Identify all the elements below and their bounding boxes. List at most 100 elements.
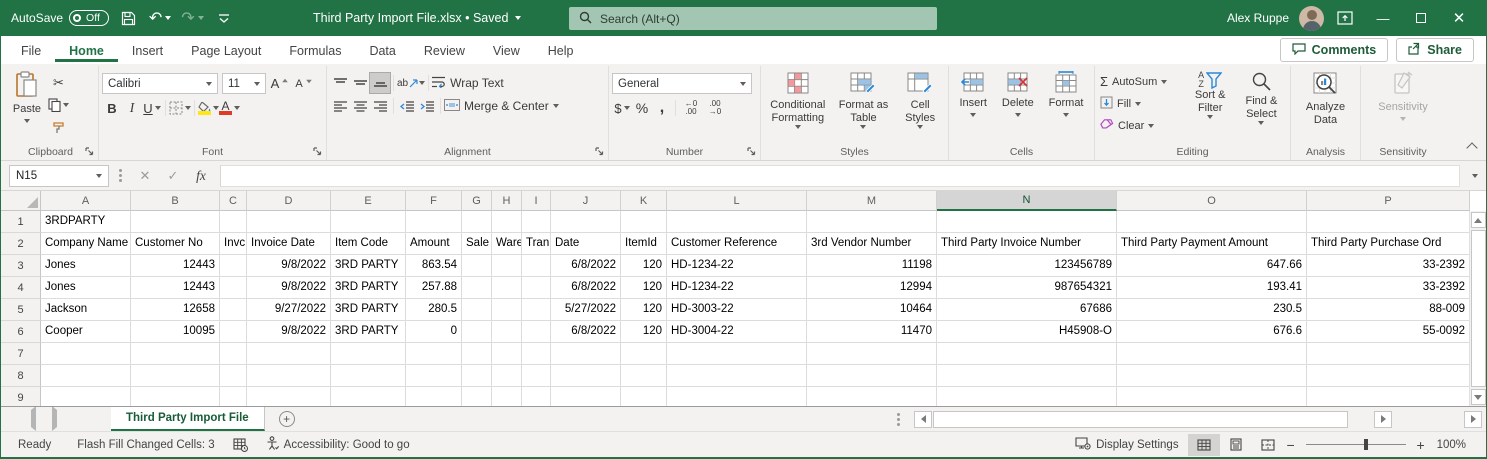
tab-split-grip[interactable] xyxy=(897,417,900,421)
insert-cells-button[interactable]: Insert xyxy=(957,68,989,117)
bold-button[interactable]: B xyxy=(102,98,122,118)
clear-button[interactable]: Clear xyxy=(1098,115,1185,136)
formula-input[interactable] xyxy=(220,164,1460,187)
cell-D8[interactable] xyxy=(247,365,331,387)
select-all-corner[interactable] xyxy=(1,191,41,211)
clear-dropdown-icon[interactable] xyxy=(1148,123,1155,128)
cell-K4[interactable]: 120 xyxy=(621,277,667,299)
cell-D4[interactable]: 9/8/2022 xyxy=(247,277,331,299)
row-header-3[interactable]: 3 xyxy=(1,255,41,277)
zoom-out-button[interactable]: − xyxy=(1284,437,1298,453)
scroll-right-end-icon[interactable] xyxy=(1464,410,1482,428)
column-header-A[interactable]: A xyxy=(41,191,131,211)
conditional-formatting-button[interactable]: Conditional Formatting xyxy=(766,68,830,129)
cut-button[interactable]: ✂ xyxy=(48,73,69,93)
delete-cells-button[interactable]: Delete xyxy=(1000,68,1036,117)
cell-A5[interactable]: Jackson xyxy=(41,299,131,321)
cell-I3[interactable] xyxy=(522,255,551,277)
cell-C7[interactable] xyxy=(220,343,247,365)
close-button[interactable]: ✕ xyxy=(1442,3,1476,33)
cell-A9[interactable] xyxy=(41,387,131,406)
ribbon-tab-formulas[interactable]: Formulas xyxy=(275,39,355,62)
cell-D5[interactable]: 9/27/2022 xyxy=(247,299,331,321)
row-header-5[interactable]: 5 xyxy=(1,299,41,321)
maximize-button[interactable] xyxy=(1404,3,1438,33)
font-dialog-launcher-icon[interactable] xyxy=(313,147,322,159)
row-header-1[interactable]: 1 xyxy=(1,211,41,233)
redo-dropdown-icon[interactable] xyxy=(197,16,204,20)
align-left-button[interactable] xyxy=(330,96,350,116)
page-layout-view-button[interactable] xyxy=(1220,434,1252,456)
cell-M9[interactable] xyxy=(807,387,937,406)
cell-L3[interactable]: HD-1234-22 xyxy=(667,255,807,277)
merge-center-dropdown-icon[interactable] xyxy=(552,104,559,108)
cell-G5[interactable] xyxy=(462,299,492,321)
cell-P8[interactable] xyxy=(1307,365,1470,387)
top-align-button[interactable] xyxy=(330,73,350,93)
cell-G8[interactable] xyxy=(462,365,492,387)
cell-J2[interactable]: Date xyxy=(551,233,621,255)
cell-N8[interactable] xyxy=(937,365,1117,387)
cell-M2[interactable]: 3rd Vendor Number xyxy=(807,233,937,255)
cell-P3[interactable]: 33-2392 xyxy=(1307,255,1470,277)
cell-D2[interactable]: Invoice Date xyxy=(247,233,331,255)
percent-style-button[interactable]: % xyxy=(632,98,652,118)
cell-J3[interactable]: 6/8/2022 xyxy=(551,255,621,277)
cell-P9[interactable] xyxy=(1307,387,1470,406)
paste-button[interactable]: Paste xyxy=(6,68,48,123)
cell-B6[interactable]: 10095 xyxy=(131,321,220,343)
minimize-button[interactable]: — xyxy=(1366,3,1400,33)
cell-M3[interactable]: 11198 xyxy=(807,255,937,277)
format-painter-button[interactable] xyxy=(48,117,69,137)
italic-button[interactable]: I xyxy=(122,98,142,118)
cell-E9[interactable] xyxy=(331,387,406,406)
column-header-L[interactable]: L xyxy=(667,191,807,211)
cell-L1[interactable] xyxy=(667,211,807,233)
ribbon-tab-help[interactable]: Help xyxy=(534,39,588,62)
wrap-text-button[interactable]: Wrap Text xyxy=(432,73,504,93)
cell-H2[interactable]: Ware xyxy=(492,233,522,255)
cell-I5[interactable] xyxy=(522,299,551,321)
analyze-data-button[interactable]: Analyze Data xyxy=(1298,68,1354,127)
cell-E4[interactable]: 3RD PARTY xyxy=(331,277,406,299)
cell-A2[interactable]: Company Name xyxy=(41,233,131,255)
cell-K3[interactable]: 120 xyxy=(621,255,667,277)
enter-button[interactable]: ✓ xyxy=(160,165,186,187)
vertical-scroll-thumb[interactable] xyxy=(1470,230,1486,387)
orientation-dropdown-icon[interactable] xyxy=(419,81,426,85)
cell-styles-button[interactable]: Cell Styles xyxy=(897,68,943,129)
cell-K2[interactable]: ItemId xyxy=(621,233,667,255)
cancel-button[interactable]: ✕ xyxy=(132,165,158,187)
row-header-8[interactable]: 8 xyxy=(1,365,41,387)
cell-C6[interactable] xyxy=(220,321,247,343)
share-button[interactable]: Share xyxy=(1396,38,1474,62)
name-box-dropdown-icon[interactable] xyxy=(96,173,102,178)
cell-I2[interactable]: Tran xyxy=(522,233,551,255)
search-box[interactable]: Search (Alt+Q) xyxy=(569,7,937,30)
comments-button[interactable]: Comments xyxy=(1279,38,1389,62)
cell-J4[interactable]: 6/8/2022 xyxy=(551,277,621,299)
column-header-I[interactable]: I xyxy=(522,191,551,211)
increase-decimal-button[interactable]: ←0.00 xyxy=(679,98,703,118)
cell-L7[interactable] xyxy=(667,343,807,365)
zoom-in-button[interactable]: + xyxy=(1414,437,1428,453)
cell-E2[interactable]: Item Code xyxy=(331,233,406,255)
cell-N9[interactable] xyxy=(937,387,1117,406)
zoom-slider-handle[interactable] xyxy=(1363,439,1368,450)
cell-N4[interactable]: 987654321 xyxy=(937,277,1117,299)
cell-E7[interactable] xyxy=(331,343,406,365)
cell-H9[interactable] xyxy=(492,387,522,406)
cell-A1[interactable]: 3RDPARTY xyxy=(41,211,131,233)
middle-align-button[interactable] xyxy=(350,73,370,93)
alignment-dialog-launcher-icon[interactable] xyxy=(595,147,604,159)
cell-H6[interactable] xyxy=(492,321,522,343)
sort-filter-button[interactable]: AZ Sort & Filter xyxy=(1185,68,1236,119)
cell-G9[interactable] xyxy=(462,387,492,406)
insert-function-button[interactable]: fx xyxy=(188,165,214,187)
cell-F5[interactable]: 280.5 xyxy=(406,299,462,321)
cell-O6[interactable]: 676.6 xyxy=(1117,321,1307,343)
flash-fill-options-icon[interactable] xyxy=(224,432,257,457)
title-dropdown-icon[interactable] xyxy=(515,16,522,20)
autosum-button[interactable]: Σ AutoSum xyxy=(1098,71,1185,92)
copy-button[interactable] xyxy=(48,95,69,115)
